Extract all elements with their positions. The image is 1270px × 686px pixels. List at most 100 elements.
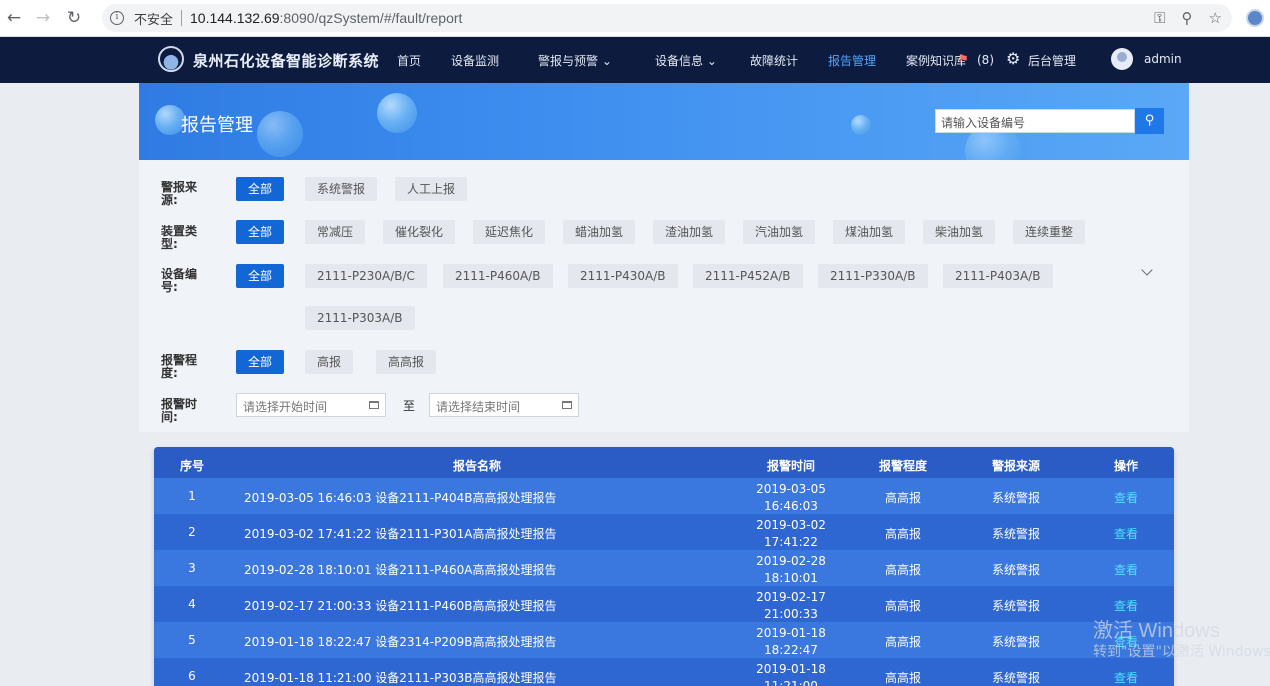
- browser-toolbar: ← → ↻ i 不安全 10.144.132.69:8090/qzSystem/…: [0, 0, 1270, 37]
- filter-unit-all[interactable]: 全部: [236, 220, 285, 244]
- nav-item-alarms-label: 警报与预警: [538, 54, 599, 68]
- nav-item-home[interactable]: 首页: [397, 52, 421, 69]
- table-row: 5 2019-01-18 18:22:47 设备2314-P209B高高报处理报…: [154, 622, 1174, 658]
- filter-source-all[interactable]: 全部: [236, 177, 285, 201]
- back-arrow-icon[interactable]: ←: [4, 8, 24, 28]
- table-row: 6 2019-01-18 11:21:00 设备2111-P303B高高报处理报…: [154, 658, 1174, 686]
- brand-title[interactable]: 泉州石化设备智能诊断系统: [193, 50, 379, 71]
- gear-icon[interactable]: ⚙: [1006, 49, 1020, 68]
- page-title: 报告管理: [181, 115, 253, 136]
- row-report-name: 2019-02-28 18:10:01 设备2111-P460A高高报处理报告: [244, 563, 557, 577]
- nav-item-alarms[interactable]: 警报与预警 ⌄: [538, 52, 612, 69]
- filter-device-option[interactable]: 2111-P452A/B: [693, 264, 803, 288]
- nav-item-device-info[interactable]: 设备信息 ⌄: [655, 52, 717, 69]
- header-index: 序号: [179, 459, 204, 473]
- filter-device-option[interactable]: 2111-P430A/B: [568, 264, 678, 288]
- filter-device-option[interactable]: 2111-P460A/B: [443, 264, 553, 288]
- row-report-name: 2019-03-02 17:41:22 设备2111-P301A高高报处理报告: [244, 527, 557, 541]
- filter-label-time: 报警时间:: [161, 398, 198, 424]
- info-icon[interactable]: i: [110, 11, 124, 25]
- filter-unit-option[interactable]: 柴油加氢: [923, 220, 996, 244]
- address-bar[interactable]: i 不安全 10.144.132.69:8090/qzSystem/#/faul…: [102, 4, 1232, 32]
- header-report-name: 报告名称: [452, 459, 501, 473]
- row-alarm-time: 2019-01-18 18:22:47: [756, 626, 826, 657]
- filter-unit-option[interactable]: 常减压: [305, 220, 366, 244]
- header-alarm-time: 报警时间: [766, 459, 815, 473]
- row-alarm-level: 高高报: [884, 671, 921, 685]
- filter-level-high[interactable]: 高报: [305, 350, 354, 374]
- reload-icon[interactable]: ↻: [64, 8, 84, 28]
- header-alarm-level: 报警程度: [878, 459, 927, 473]
- row-alarm-time: 2019-02-17 21:00:33: [756, 590, 826, 621]
- nav-item-case-library[interactable]: 案例知识库: [906, 52, 966, 69]
- table-row: 3 2019-02-28 18:10:01 设备2111-P460A高高报处理报…: [154, 550, 1174, 586]
- activation-watermark-title: 激活 Windows: [1093, 620, 1220, 642]
- filter-source-system[interactable]: 系统警报: [305, 177, 378, 201]
- row-alarm-level: 高高报: [884, 527, 921, 541]
- row-index: 5: [188, 633, 196, 647]
- start-date-input[interactable]: 请选择开始时间: [236, 393, 386, 417]
- nav-item-admin[interactable]: 后台管理: [1028, 52, 1076, 69]
- row-index: 2: [188, 525, 196, 539]
- view-link[interactable]: 查看: [1101, 489, 1151, 506]
- end-date-input[interactable]: 请选择结束时间: [429, 393, 579, 417]
- nav-item-device-info-label: 设备信息: [655, 54, 704, 68]
- calendar-icon: [369, 401, 379, 409]
- star-icon[interactable]: ☆: [1209, 9, 1222, 27]
- filter-source-manual[interactable]: 人工上报: [395, 177, 468, 201]
- device-search-input[interactable]: 请输入设备编号: [935, 109, 1135, 133]
- activation-watermark-hint: 转到"设置"以激活 Windows。: [1093, 644, 1270, 660]
- filter-unit-option[interactable]: 延迟焦化: [473, 220, 546, 244]
- row-index: 4: [188, 597, 196, 611]
- row-alarm-source: 系统警报: [991, 563, 1040, 577]
- filter-unit-option[interactable]: 汽油加氢: [743, 220, 816, 244]
- filter-unit-option[interactable]: 渣油加氢: [653, 220, 726, 244]
- row-alarm-time: 2019-02-28 18:10:01: [756, 554, 826, 585]
- filter-level-all[interactable]: 全部: [236, 350, 285, 374]
- filter-level-highhigh[interactable]: 高高报: [376, 350, 437, 374]
- nav-item-monitoring[interactable]: 设备监测: [451, 52, 499, 69]
- zoom-icon[interactable]: ⚲: [1182, 9, 1193, 27]
- table-header: 序号 报告名称 报警时间 报警程度 警报来源 操作: [154, 447, 1174, 478]
- calendar-icon: [562, 401, 572, 409]
- filter-unit-option[interactable]: 催化裂化: [383, 220, 456, 244]
- filter-unit-option[interactable]: 连续重整: [1013, 220, 1086, 244]
- page-banner: 报告管理 请输入设备编号 ⚲: [139, 83, 1189, 160]
- view-link[interactable]: 查看: [1101, 561, 1151, 578]
- nav-item-fault-stats[interactable]: 故障统计: [750, 52, 798, 69]
- row-report-name: 2019-01-18 18:22:47 设备2314-P209B高高报处理报告: [244, 635, 557, 649]
- search-button[interactable]: ⚲: [1135, 108, 1164, 134]
- filter-device-option[interactable]: 2111-P303A/B: [305, 306, 415, 330]
- view-link[interactable]: 查看: [1101, 525, 1151, 542]
- forward-arrow-icon[interactable]: →: [33, 8, 53, 28]
- filter-unit-option[interactable]: 蜡油加氢: [563, 220, 636, 244]
- expand-chevron-icon[interactable]: [1141, 264, 1153, 276]
- view-link[interactable]: 查看: [1101, 669, 1151, 686]
- filter-device-all[interactable]: 全部: [236, 264, 285, 288]
- bell-icon[interactable]: ⚑: [958, 52, 969, 66]
- chevron-down-icon: ⌄: [598, 54, 612, 68]
- table-row: 1 2019-03-05 16:46:03 设备2111-P404B高高报处理报…: [154, 478, 1174, 514]
- filter-device-option[interactable]: 2111-P330A/B: [818, 264, 928, 288]
- end-date-placeholder: 请选择结束时间: [436, 400, 521, 414]
- date-range-separator: 至: [403, 399, 416, 413]
- table-row: 4 2019-02-17 21:00:33 设备2111-P460B高高报处理报…: [154, 586, 1174, 622]
- filter-device-option[interactable]: 2111-P403A/B: [943, 264, 1053, 288]
- table-row: 2 2019-03-02 17:41:22 设备2111-P301A高高报处理报…: [154, 514, 1174, 550]
- filter-unit-option[interactable]: 煤油加氢: [833, 220, 906, 244]
- key-icon[interactable]: ⚿: [1154, 9, 1165, 27]
- filter-device-option[interactable]: 2111-P230A/B/C: [305, 264, 427, 288]
- row-alarm-source: 系统警报: [991, 491, 1040, 505]
- user-name[interactable]: admin: [1144, 52, 1182, 66]
- row-report-name: 2019-01-18 11:21:00 设备2111-P303B高高报处理报告: [244, 671, 557, 685]
- row-index: 3: [188, 561, 196, 575]
- notification-count[interactable]: (8): [977, 53, 994, 67]
- view-link[interactable]: 查看: [1101, 597, 1151, 614]
- url-text[interactable]: 10.144.132.69:8090/qzSystem/#/fault/repo…: [190, 10, 462, 26]
- flask-logo-icon: [158, 46, 184, 72]
- decorative-bubble: [851, 115, 871, 135]
- nav-item-report-management[interactable]: 报告管理: [828, 52, 876, 69]
- decorative-bubble: [257, 111, 303, 157]
- extension-icon[interactable]: [1246, 9, 1264, 27]
- avatar[interactable]: [1111, 48, 1133, 70]
